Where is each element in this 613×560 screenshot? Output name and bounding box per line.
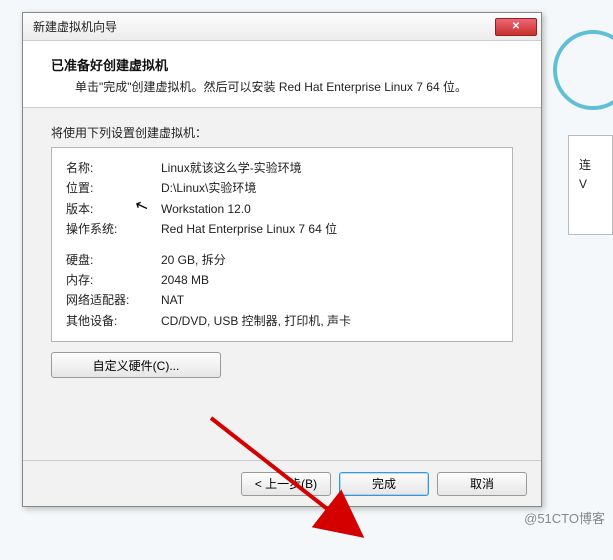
finish-button[interactable]: 完成 bbox=[339, 472, 429, 496]
summary-value: Red Hat Enterprise Linux 7 64 位 bbox=[161, 219, 337, 239]
summary-key: 位置: bbox=[66, 178, 161, 198]
side-panel: 连 V bbox=[568, 135, 613, 235]
wizard-dialog: 新建虚拟机向导 ✕ 已准备好创建虚拟机 单击"完成"创建虚拟机。然后可以安装 R… bbox=[22, 12, 542, 507]
dialog-footer: < 上一步(B) 完成 取消 bbox=[23, 460, 541, 506]
header-subtitle: 单击"完成"创建虚拟机。然后可以安装 Red Hat Enterprise Li… bbox=[51, 78, 517, 95]
side-panel-text2: V bbox=[579, 175, 606, 194]
summary-value: Workstation 12.0 bbox=[161, 199, 251, 219]
summary-row: 网络适配器:NAT bbox=[66, 290, 498, 310]
summary-row: 内存:2048 MB bbox=[66, 270, 498, 290]
close-icon: ✕ bbox=[512, 21, 520, 32]
summary-value: D:\Linux\实验环境 bbox=[161, 178, 256, 198]
summary-value: Linux就该这么学-实验环境 bbox=[161, 158, 302, 178]
summary-key: 内存: bbox=[66, 270, 161, 290]
summary-key: 硬盘: bbox=[66, 250, 161, 270]
summary-key: 版本: bbox=[66, 199, 161, 219]
cancel-button[interactable]: 取消 bbox=[437, 472, 527, 496]
summary-value: 2048 MB bbox=[161, 270, 209, 290]
summary-key: 操作系统: bbox=[66, 219, 161, 239]
summary-row: 其他设备:CD/DVD, USB 控制器, 打印机, 声卡 bbox=[66, 311, 498, 331]
dialog-content: 将使用下列设置创建虚拟机： 名称:Linux就该这么学-实验环境 位置:D:\L… bbox=[23, 108, 541, 460]
summary-value: 20 GB, 拆分 bbox=[161, 250, 226, 270]
summary-value: CD/DVD, USB 控制器, 打印机, 声卡 bbox=[161, 311, 351, 331]
summary-value: NAT bbox=[161, 290, 184, 310]
summary-row: 版本:Workstation 12.0 bbox=[66, 199, 498, 219]
customize-hardware-button[interactable]: 自定义硬件(C)... bbox=[51, 352, 221, 378]
side-panel-text1: 连 bbox=[579, 156, 606, 175]
summary-row: 位置:D:\Linux\实验环境 bbox=[66, 178, 498, 198]
summary-key: 网络适配器: bbox=[66, 290, 161, 310]
watermark: @51CTO博客 bbox=[524, 508, 605, 527]
summary-box: 名称:Linux就该这么学-实验环境 位置:D:\Linux\实验环境 版本:W… bbox=[51, 147, 513, 342]
summary-key: 其他设备: bbox=[66, 311, 161, 331]
titlebar: 新建虚拟机向导 ✕ bbox=[23, 13, 541, 41]
close-button[interactable]: ✕ bbox=[495, 18, 537, 36]
header-title: 已准备好创建虚拟机 bbox=[51, 55, 517, 74]
summary-lead: 将使用下列设置创建虚拟机： bbox=[51, 124, 513, 141]
summary-key: 名称: bbox=[66, 158, 161, 178]
dialog-header: 已准备好创建虚拟机 单击"完成"创建虚拟机。然后可以安装 Red Hat Ent… bbox=[23, 41, 541, 108]
summary-row: 名称:Linux就该这么学-实验环境 bbox=[66, 158, 498, 178]
summary-row: 操作系统:Red Hat Enterprise Linux 7 64 位 bbox=[66, 219, 498, 239]
background-circle bbox=[553, 30, 613, 110]
window-title: 新建虚拟机向导 bbox=[33, 18, 495, 35]
summary-row: 硬盘:20 GB, 拆分 bbox=[66, 250, 498, 270]
back-button[interactable]: < 上一步(B) bbox=[241, 472, 331, 496]
